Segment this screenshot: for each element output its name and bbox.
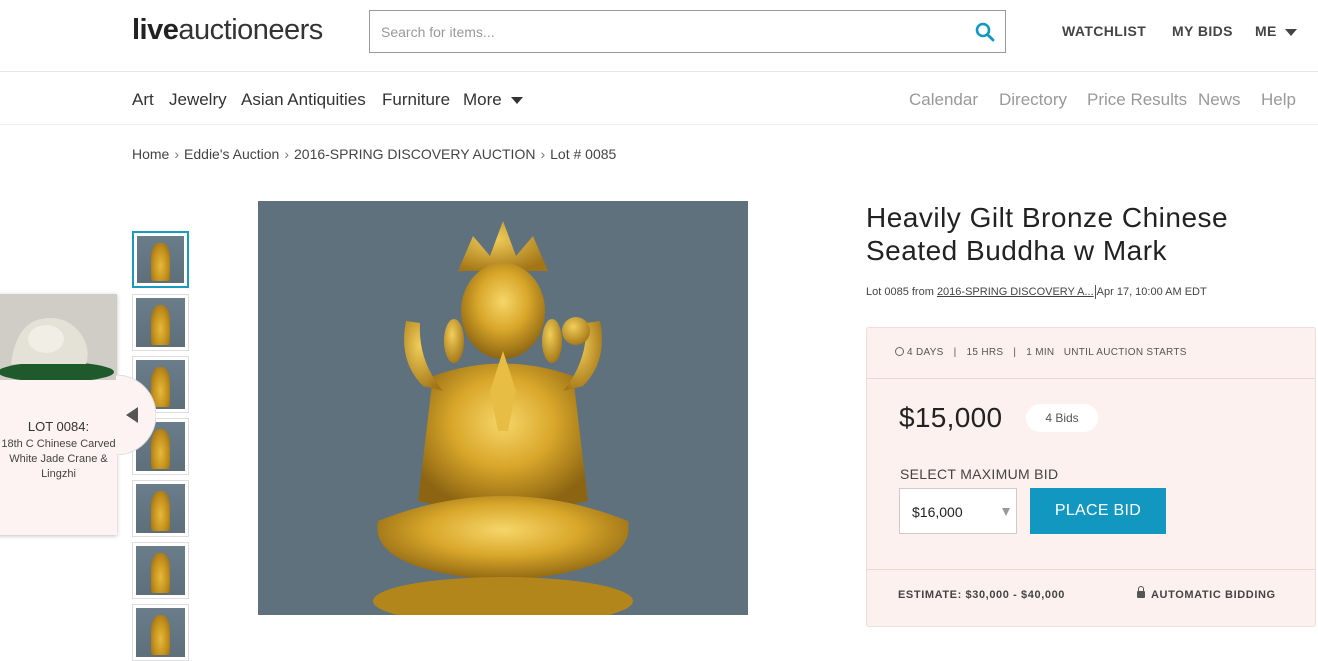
breadcrumb-lot: Lot # 0085	[550, 146, 617, 162]
previous-lot-card[interactable]: LOT 0084: 18th C Chinese Carved White Ja…	[0, 294, 117, 535]
nav-art[interactable]: Art	[132, 90, 154, 110]
main-item-image[interactable]	[258, 201, 748, 615]
thumbnail-1[interactable]	[132, 231, 189, 288]
chevron-down-icon	[510, 97, 523, 105]
search-icon[interactable]	[975, 22, 995, 42]
chevron-right-icon: ›	[174, 146, 180, 162]
previous-lot-image	[0, 294, 117, 380]
lock-icon	[1137, 586, 1145, 598]
chevron-down-icon	[1284, 28, 1297, 36]
divider	[867, 378, 1315, 379]
thumbnail-2[interactable]	[132, 294, 189, 351]
item-title: Heavily Gilt Bronze Chinese Seated Buddh…	[866, 202, 1229, 266]
nav-news[interactable]: News	[1198, 90, 1241, 110]
nav-asian-antiquities[interactable]: Asian Antiquities	[241, 90, 366, 110]
nav-price-results[interactable]: Price Results	[1087, 90, 1187, 110]
thumbnail-5[interactable]	[132, 480, 189, 537]
chevron-right-icon: ›	[540, 146, 546, 162]
thumbnail-6[interactable]	[132, 542, 189, 599]
breadcrumb-home[interactable]: Home	[132, 146, 169, 162]
max-bid-select[interactable]: $16,000	[899, 488, 1017, 534]
bid-panel: 4 DAYS | 15 HRS | 1 MIN UNTIL AUCTION STARTS…	[866, 327, 1316, 627]
buddha-image	[258, 201, 748, 615]
search-box	[369, 10, 1006, 53]
countdown-timer: 4 DAYS | 15 HRS | 1 MIN UNTIL AUCTION STARTS	[895, 347, 1187, 358]
clock-icon	[895, 347, 904, 356]
thumbnail-7[interactable]	[132, 604, 189, 661]
breadcrumb-auction[interactable]: 2016-SPRING DISCOVERY AUCTION	[294, 146, 535, 162]
auction-link[interactable]: 2016-SPRING DISCOVERY A...	[937, 286, 1094, 298]
auction-date: Apr 17, 10:00 AM EDT	[1096, 285, 1207, 298]
estimate-text: ESTIMATE: $30,000 - $40,000	[898, 589, 1066, 601]
breadcrumb: Home › Eddie's Auction › 2016-SPRING DISCOVE…	[132, 146, 616, 162]
search-input[interactable]	[370, 11, 960, 52]
divider	[867, 569, 1315, 570]
site-logo[interactable]: liveauctioneers	[132, 14, 323, 47]
previous-lot-title: 18th C Chinese Carved White Jade Crane &…	[1, 438, 116, 480]
nav-jewelry[interactable]: Jewelry	[169, 90, 227, 110]
chevron-right-icon: ›	[284, 146, 289, 162]
automatic-bidding-link[interactable]: AUTOMATIC BIDDING	[1137, 586, 1276, 601]
previous-lot-arrow[interactable]	[116, 375, 156, 455]
nav-directory[interactable]: Directory	[999, 90, 1067, 110]
previous-lot-number: LOT 0084:	[27, 419, 90, 434]
dropdown-arrow-icon	[1002, 508, 1010, 516]
current-price: $15,000	[899, 402, 1003, 433]
select-max-bid-label: SELECT MAXIMUM BID	[900, 466, 1059, 482]
place-bid-button[interactable]: PLACE BID	[1030, 488, 1166, 534]
breadcrumb-auctioneer[interactable]: Eddie's Auction	[184, 146, 279, 162]
my-bids-link[interactable]: MY BIDS	[1172, 23, 1233, 39]
category-nav: Art Jewelry Asian Antiquities Furniture …	[0, 72, 1318, 125]
watchlist-link[interactable]: WATCHLIST	[1062, 23, 1146, 39]
nav-furniture[interactable]: Furniture	[382, 90, 450, 110]
nav-calendar[interactable]: Calendar	[909, 90, 978, 110]
top-header: liveauctioneers WATCHLIST MY BIDS ME	[0, 0, 1318, 72]
nav-more[interactable]: More	[463, 90, 523, 110]
lot-info: Lot 0085 from 2016-SPRING DISCOVERY A...…	[866, 285, 1207, 299]
bid-count-badge[interactable]: 4 Bids	[1026, 404, 1098, 432]
me-menu[interactable]: ME	[1255, 23, 1297, 39]
nav-help[interactable]: Help	[1261, 90, 1296, 110]
